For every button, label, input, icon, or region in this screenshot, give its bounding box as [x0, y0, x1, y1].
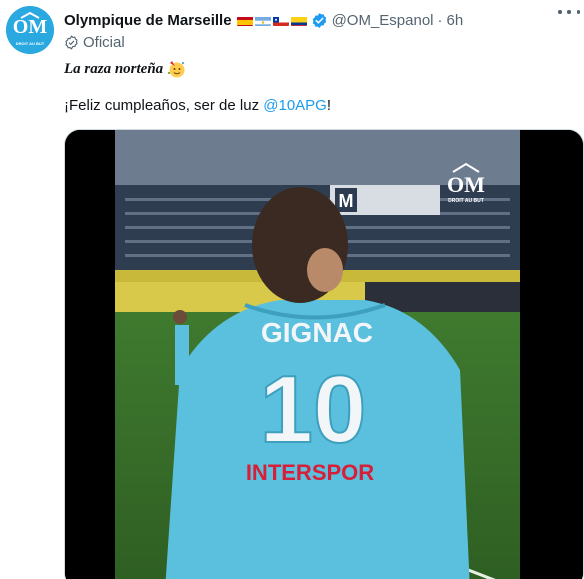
avatar[interactable]: OM DROIT AU BUT	[6, 6, 54, 54]
flags	[236, 15, 307, 26]
watermark-text: DROIT AU BUT	[448, 198, 484, 204]
svg-text:DROIT AU BUT: DROIT AU BUT	[16, 41, 45, 46]
jersey-sponsor: INTERSPOR	[246, 460, 374, 485]
tweet[interactable]: OM DROIT AU BUT Olympique de Marseille @…	[0, 0, 584, 579]
video-player[interactable]: M GIGNAC 10 INTERSPOR OM DROIT AU BUT	[64, 129, 584, 579]
timestamp[interactable]: 6h	[447, 12, 464, 29]
tweet-line-1: La raza norteña	[64, 58, 187, 80]
separator-dot: ·	[437, 11, 443, 29]
official-label: Oficial	[83, 33, 125, 51]
stadium-board-text: M	[339, 191, 354, 211]
video-frame: M GIGNAC 10 INTERSPOR OM DROIT AU BUT	[65, 130, 583, 579]
more-options-icon[interactable]	[558, 4, 580, 20]
tweet-text-line2-suffix: !	[326, 97, 332, 114]
handle[interactable]: @OM_Espanol	[332, 12, 434, 29]
jersey-number: 10	[260, 356, 367, 463]
argentina-flag-icon	[254, 15, 271, 26]
official-label-icon	[64, 34, 79, 50]
chile-flag-icon	[272, 15, 289, 26]
svg-text:OM: OM	[447, 172, 485, 197]
mention-link[interactable]: @10APG	[263, 97, 327, 114]
affiliation-label: Oficial	[64, 33, 125, 51]
display-name[interactable]: Olympique de Marseille	[64, 12, 232, 29]
party-face-emoji	[167, 60, 187, 78]
verified-badge-icon	[311, 12, 328, 29]
jersey-name: GIGNAC	[261, 317, 373, 348]
tweet-text-line2: ¡Feliz cumpleaños, ser de luz	[64, 97, 264, 114]
tweet-line-2: ¡Feliz cumpleaños, ser de luz @10APG!	[64, 97, 331, 114]
tweet-header: Olympique de Marseille @OM_Espanol · 6h	[64, 9, 574, 31]
colombia-flag-icon	[290, 15, 307, 26]
tweet-text-line1: La raza norteña	[64, 60, 164, 77]
svg-text:OM: OM	[13, 16, 48, 38]
om-crest-icon: OM DROIT AU BUT	[6, 6, 54, 54]
spain-flag-icon	[236, 15, 253, 26]
